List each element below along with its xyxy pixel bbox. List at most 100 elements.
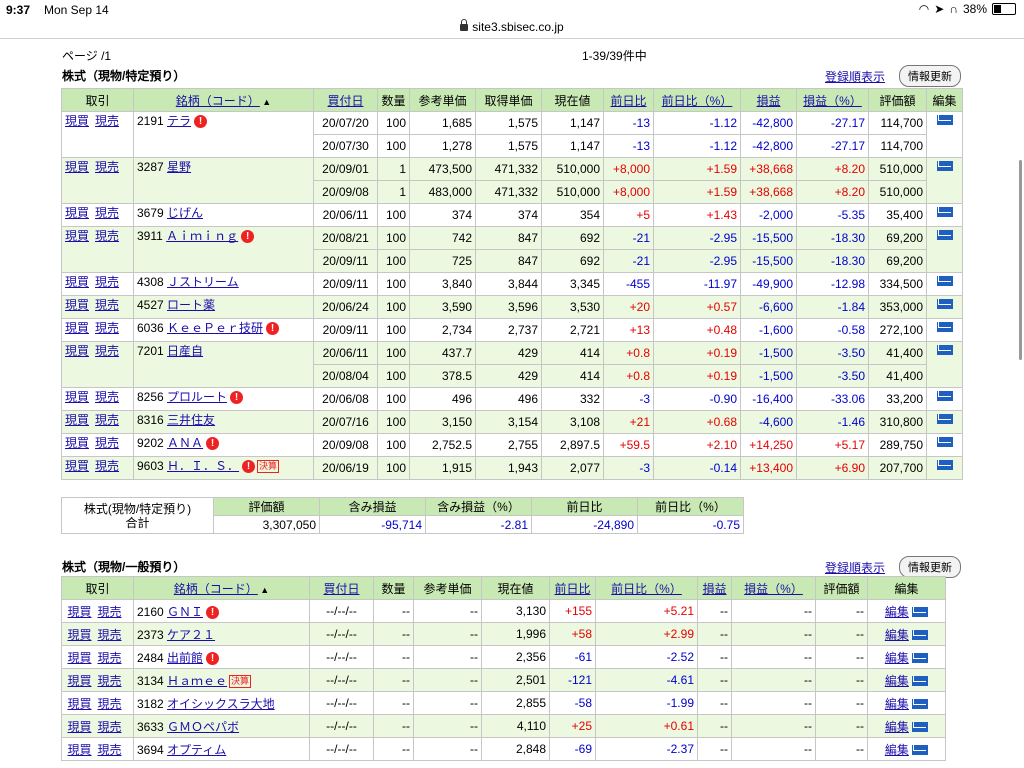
sell-link[interactable]: 現売 bbox=[95, 390, 119, 404]
sort-header-link[interactable]: 前日比 bbox=[610, 94, 646, 108]
buy-link[interactable]: 現買 bbox=[65, 459, 89, 473]
stock-name-link[interactable]: ＧＮＩ bbox=[167, 605, 203, 619]
sell-link[interactable]: 現売 bbox=[95, 114, 119, 128]
stock-name-link[interactable]: Ｊストリーム bbox=[167, 275, 239, 289]
buy-link[interactable]: 現買 bbox=[65, 206, 89, 220]
buy-link[interactable]: 現買 bbox=[67, 720, 91, 734]
sell-link[interactable]: 現売 bbox=[95, 229, 119, 243]
buy-link[interactable]: 現買 bbox=[67, 628, 91, 642]
mail-icon[interactable] bbox=[912, 676, 929, 687]
sort-header-link[interactable]: 銘柄（コード） bbox=[176, 94, 260, 108]
address-bar[interactable]: site3.sbisec.co.jp bbox=[0, 16, 1024, 38]
sell-link[interactable]: 現売 bbox=[98, 651, 122, 665]
stock-name-link[interactable]: オイシックスラ大地 bbox=[167, 697, 275, 711]
sell-link[interactable]: 現売 bbox=[95, 275, 119, 289]
sort-header-link[interactable]: 損益 bbox=[702, 582, 726, 596]
mail-icon[interactable] bbox=[912, 745, 929, 756]
buy-link[interactable]: 現買 bbox=[65, 160, 89, 174]
stock-name-link[interactable]: じげん bbox=[167, 206, 203, 220]
sort-by-registration-link[interactable]: 登録順表示 bbox=[825, 559, 885, 576]
mail-icon[interactable] bbox=[936, 321, 953, 332]
sort-header-link[interactable]: 前日比 bbox=[554, 582, 590, 596]
sell-link[interactable]: 現売 bbox=[98, 605, 122, 619]
buy-link[interactable]: 現買 bbox=[65, 436, 89, 450]
buy-link[interactable]: 現買 bbox=[65, 114, 89, 128]
edit-link[interactable]: 編集 bbox=[885, 720, 909, 734]
sell-link[interactable]: 現売 bbox=[95, 459, 119, 473]
edit-link[interactable]: 編集 bbox=[885, 674, 909, 688]
refresh-button[interactable]: 情報更新 bbox=[899, 65, 961, 87]
edit-link[interactable]: 編集 bbox=[885, 605, 909, 619]
sell-link[interactable]: 現売 bbox=[95, 436, 119, 450]
sell-link[interactable]: 現売 bbox=[95, 206, 119, 220]
sort-header-link[interactable]: 銘柄（コード） bbox=[174, 582, 258, 596]
buy-link[interactable]: 現買 bbox=[67, 674, 91, 688]
stock-name-link[interactable]: 出前館 bbox=[167, 651, 203, 665]
mail-icon[interactable] bbox=[936, 160, 953, 171]
sort-header-link[interactable]: 買付日 bbox=[323, 582, 359, 596]
sell-link[interactable]: 現売 bbox=[95, 298, 119, 312]
sell-link[interactable]: 現売 bbox=[98, 720, 122, 734]
mail-icon[interactable] bbox=[936, 206, 953, 217]
edit-link[interactable]: 編集 bbox=[885, 628, 909, 642]
sell-link[interactable]: 現売 bbox=[95, 160, 119, 174]
buy-link[interactable]: 現買 bbox=[65, 275, 89, 289]
stock-name-link[interactable]: ＫｅｅＰｅｒ技研 bbox=[167, 321, 263, 335]
buy-link[interactable]: 現買 bbox=[67, 743, 91, 757]
buy-link[interactable]: 現買 bbox=[65, 344, 89, 358]
mail-icon[interactable] bbox=[936, 114, 953, 125]
buy-link[interactable]: 現買 bbox=[65, 390, 89, 404]
buy-link[interactable]: 現買 bbox=[65, 298, 89, 312]
edit-link[interactable]: 編集 bbox=[885, 743, 909, 757]
sort-header-link[interactable]: 損益 bbox=[756, 94, 780, 108]
stock-name-link[interactable]: ＡＮＡ bbox=[167, 436, 203, 450]
stock-name-link[interactable]: 星野 bbox=[167, 160, 191, 174]
stock-name-link[interactable]: プロルート bbox=[167, 390, 227, 404]
stock-name-link[interactable]: Ｈａｍｅｅ bbox=[167, 674, 227, 688]
mail-icon[interactable] bbox=[912, 699, 929, 710]
sort-header-link[interactable]: 前日比（%） bbox=[662, 94, 733, 108]
buy-link[interactable]: 現買 bbox=[67, 605, 91, 619]
sort-header-link[interactable]: 前日比（%） bbox=[611, 582, 682, 596]
scrollbar[interactable] bbox=[1019, 160, 1022, 360]
stock-name-link[interactable]: オプティム bbox=[167, 743, 226, 757]
sell-link[interactable]: 現売 bbox=[98, 697, 122, 711]
mail-icon[interactable] bbox=[936, 390, 953, 401]
mail-icon[interactable] bbox=[936, 436, 953, 447]
stock-name-link[interactable]: Ａｉｍｉｎｇ bbox=[166, 229, 238, 243]
mail-icon[interactable] bbox=[912, 653, 929, 664]
sort-by-registration-link[interactable]: 登録順表示 bbox=[825, 68, 885, 85]
mail-icon[interactable] bbox=[936, 459, 953, 470]
mail-icon[interactable] bbox=[936, 229, 953, 240]
edit-link[interactable]: 編集 bbox=[885, 697, 909, 711]
mail-icon[interactable] bbox=[936, 413, 953, 424]
buy-link[interactable]: 現買 bbox=[65, 413, 89, 427]
stock-name-link[interactable]: Ｈ．Ｉ．Ｓ． bbox=[167, 459, 239, 473]
stock-name-link[interactable]: ロート薬 bbox=[167, 298, 215, 312]
sell-link[interactable]: 現売 bbox=[95, 413, 119, 427]
stock-name-link[interactable]: ケア２１ bbox=[167, 628, 215, 642]
buy-link[interactable]: 現買 bbox=[65, 321, 89, 335]
sell-link[interactable]: 現売 bbox=[98, 674, 122, 688]
buy-link[interactable]: 現買 bbox=[65, 229, 89, 243]
mail-icon[interactable] bbox=[936, 298, 953, 309]
sell-link[interactable]: 現売 bbox=[95, 344, 119, 358]
edit-link[interactable]: 編集 bbox=[885, 651, 909, 665]
mail-icon[interactable] bbox=[912, 630, 929, 641]
mail-icon[interactable] bbox=[912, 607, 929, 618]
mail-icon[interactable] bbox=[912, 722, 929, 733]
sort-header-link[interactable]: 損益（%） bbox=[744, 582, 803, 596]
sell-link[interactable]: 現売 bbox=[95, 321, 119, 335]
buy-link[interactable]: 現買 bbox=[67, 651, 91, 665]
refresh-button[interactable]: 情報更新 bbox=[899, 556, 961, 578]
stock-name-link[interactable]: 日産自 bbox=[167, 344, 203, 358]
sort-header-link[interactable]: 買付日 bbox=[327, 94, 363, 108]
sell-link[interactable]: 現売 bbox=[98, 743, 122, 757]
sort-header-link[interactable]: 損益（%） bbox=[803, 94, 862, 108]
buy-link[interactable]: 現買 bbox=[67, 697, 91, 711]
stock-name-link[interactable]: 三井住友 bbox=[167, 413, 215, 427]
mail-icon[interactable] bbox=[936, 275, 953, 286]
stock-name-link[interactable]: テラ bbox=[167, 114, 191, 128]
mail-icon[interactable] bbox=[936, 344, 953, 355]
stock-name-link[interactable]: ＧＭＯペパボ bbox=[167, 720, 239, 734]
